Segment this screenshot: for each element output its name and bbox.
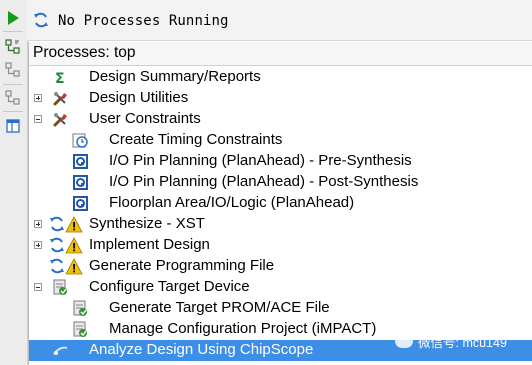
panel-title: Processes: top bbox=[33, 44, 136, 61]
process-item-label: I/O Pin Planning (PlanAhead) - Pre-Synth… bbox=[109, 152, 412, 169]
process-item[interactable]: Σ Design Summary/Reports bbox=[29, 67, 532, 88]
svg-text:Σ: Σ bbox=[55, 71, 65, 86]
collapse-icon[interactable] bbox=[34, 115, 42, 123]
panel-header: Processes: top bbox=[29, 42, 532, 66]
process-item[interactable]: Create Timing Constraints bbox=[29, 130, 532, 151]
process-item-label: Implement Design bbox=[89, 236, 210, 253]
process-status-bar: No Processes Running bbox=[27, 0, 532, 41]
clock-icon bbox=[72, 132, 89, 149]
tools-icon bbox=[52, 90, 69, 107]
process-item[interactable]: Generate Programming File bbox=[29, 256, 532, 277]
device-icon bbox=[72, 300, 89, 317]
process-item-label: Generate Programming File bbox=[89, 257, 275, 274]
process-item-label: Analyze Design Using ChipScope bbox=[89, 341, 314, 358]
processes-panel: Processes: top Σ Design Summary/Reports De… bbox=[28, 42, 532, 365]
process-item-label: Floorplan Area/IO/Logic (PlanAhead) bbox=[109, 194, 355, 211]
watermark-text: 微信号: mcu149 bbox=[418, 335, 507, 350]
planahead-icon bbox=[72, 153, 89, 170]
process-item-label: I/O Pin Planning (PlanAhead) - Post-Synt… bbox=[109, 173, 419, 190]
planahead-icon bbox=[72, 195, 89, 212]
process-properties-icon[interactable] bbox=[4, 38, 22, 56]
process-item[interactable]: Generate Target PROM/ACE File bbox=[29, 298, 532, 319]
expand-icon[interactable] bbox=[34, 241, 42, 249]
refresh-warning-icon bbox=[49, 237, 83, 254]
process-item[interactable]: User Constraints bbox=[29, 109, 532, 130]
device-icon bbox=[72, 321, 89, 338]
sigma-icon: Σ bbox=[52, 69, 69, 87]
process-item[interactable]: Design Utilities bbox=[29, 88, 532, 109]
process-item-label: Synthesize - XST bbox=[89, 215, 205, 232]
process-item[interactable]: Floorplan Area/IO/Logic (PlanAhead) bbox=[29, 193, 532, 214]
process-item-label: Manage Configuration Project (iMPACT) bbox=[109, 320, 377, 337]
process-item-label: Design Summary/Reports bbox=[89, 68, 261, 85]
process-item-label: Design Utilities bbox=[89, 89, 189, 106]
watermark: 微信号: mcu149 bbox=[395, 331, 507, 351]
collapse-icon[interactable] bbox=[34, 283, 42, 291]
process-item[interactable]: Configure Target Device bbox=[29, 277, 532, 298]
device-icon bbox=[52, 279, 69, 296]
toolbar-divider bbox=[3, 31, 23, 32]
status-text: No Processes Running bbox=[58, 13, 229, 29]
toolbar-divider bbox=[3, 84, 23, 85]
process-item-label: User Constraints bbox=[89, 110, 201, 127]
panel-layout-icon[interactable] bbox=[4, 117, 22, 135]
toolbar-divider bbox=[3, 111, 23, 112]
expand-icon[interactable] bbox=[34, 94, 42, 102]
wechat-logo-icon bbox=[395, 334, 413, 348]
refresh-icon bbox=[33, 12, 49, 28]
refresh-warning-icon bbox=[49, 258, 83, 275]
probe-icon bbox=[52, 342, 69, 359]
process-hierarchy-icon[interactable] bbox=[4, 61, 22, 79]
process-tree-icon[interactable] bbox=[4, 89, 22, 107]
run-icon[interactable] bbox=[4, 9, 22, 27]
process-item[interactable]: Synthesize - XST bbox=[29, 214, 532, 235]
planahead-icon bbox=[72, 174, 89, 191]
tools-icon bbox=[52, 111, 69, 128]
process-item-label: Generate Target PROM/ACE File bbox=[109, 299, 330, 316]
process-item-label: Configure Target Device bbox=[89, 278, 250, 295]
process-item[interactable]: I/O Pin Planning (PlanAhead) - Post-Synt… bbox=[29, 172, 532, 193]
process-item-label: Create Timing Constraints bbox=[109, 131, 283, 148]
process-item[interactable]: I/O Pin Planning (PlanAhead) - Pre-Synth… bbox=[29, 151, 532, 172]
refresh-warning-icon bbox=[49, 216, 83, 233]
expand-icon[interactable] bbox=[34, 220, 42, 228]
left-toolbar bbox=[0, 0, 28, 365]
process-item[interactable]: Implement Design bbox=[29, 235, 532, 256]
